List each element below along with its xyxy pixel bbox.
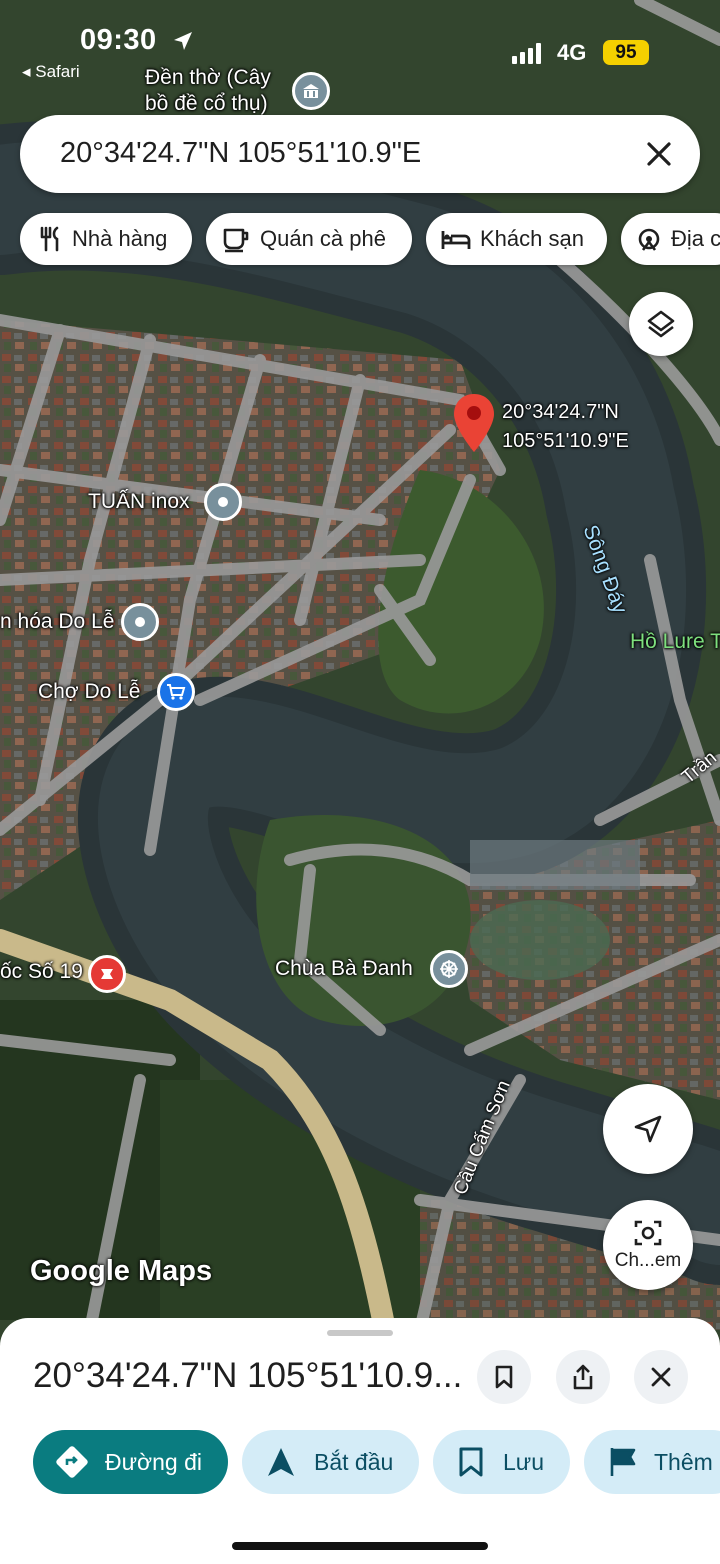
chip-label: Địa c	[671, 226, 720, 251]
attractions-icon	[638, 228, 660, 251]
place-title: 20°34'24.7"N 105°51'10.9...	[33, 1356, 463, 1395]
directions-icon	[56, 1446, 88, 1478]
camera-lens-icon	[634, 1220, 662, 1246]
start-button[interactable]: Bắt đầu	[242, 1430, 419, 1494]
home-indicator[interactable]	[232, 1542, 488, 1550]
chip-label: Khách sạn	[480, 226, 584, 251]
street-view-button[interactable]: Ch...em	[603, 1200, 693, 1290]
place-label-hoa-do-le[interactable]: n hóa Do Lễ	[0, 610, 114, 634]
layers-button[interactable]	[629, 292, 693, 356]
directions-label: Đường đi	[105, 1448, 202, 1475]
cellular-signal-icon	[512, 43, 541, 64]
chip-label: Quán cà phê	[260, 226, 386, 251]
clear-search-icon[interactable]	[642, 137, 676, 171]
save-icon-button[interactable]	[477, 1350, 531, 1404]
sheet-drag-handle[interactable]	[327, 1330, 393, 1336]
bookmark-icon	[495, 1365, 513, 1389]
pin-label-lng: 105°51'10.9"E	[502, 430, 629, 452]
battery-indicator: 95	[603, 40, 649, 65]
place-pin-icon[interactable]	[204, 483, 242, 521]
google-maps-watermark: Google Maps	[30, 1255, 213, 1287]
place-pin-icon[interactable]	[121, 603, 159, 641]
chip-hotels[interactable]: Khách sạn	[426, 213, 607, 265]
place-label-oc-so-19[interactable]: ốc Số 19	[0, 960, 83, 984]
layers-icon	[647, 310, 675, 338]
my-location-button[interactable]	[603, 1084, 693, 1174]
coffee-cup-icon	[223, 228, 249, 253]
place-label-tuan-inox[interactable]: TUẤN inox	[88, 490, 190, 514]
search-query[interactable]: 20°34'24.7"N 105°51'10.9"E	[60, 137, 421, 170]
place-label-ho-lure[interactable]: Hồ Lure T	[630, 630, 720, 654]
flag-icon	[610, 1448, 636, 1476]
network-type: 4G	[557, 40, 587, 65]
dharma-wheel-icon[interactable]	[430, 950, 468, 988]
bookmark-icon	[459, 1447, 483, 1477]
health-pin-icon[interactable]	[88, 955, 126, 993]
chip-attractions[interactable]: Địa c	[621, 213, 720, 265]
directions-button[interactable]: Đường đi	[33, 1430, 228, 1494]
place-label-chua-ba-danh[interactable]: Chùa Bà Đanh	[275, 957, 413, 981]
shopping-cart-icon[interactable]	[157, 673, 195, 711]
status-bar: 09:30 ◂ Safari 4G 95	[0, 0, 720, 100]
bed-icon	[441, 231, 471, 249]
place-label-den-tho-1[interactable]: Đền thờ (Cây	[145, 66, 271, 90]
place-label-cho-do-le[interactable]: Chợ Do Lễ	[38, 680, 141, 704]
temple-pin-icon[interactable]	[292, 72, 330, 110]
save-button[interactable]: Lưu	[433, 1430, 570, 1494]
chip-restaurants[interactable]: Nhà hàng	[20, 213, 192, 265]
navigation-arrow-icon	[268, 1448, 294, 1476]
save-label: Lưu	[503, 1448, 544, 1475]
place-label-den-tho-2[interactable]: bồ đề cổ thụ)	[145, 92, 268, 116]
start-label: Bắt đầu	[314, 1448, 394, 1475]
street-view-label: Ch...em	[614, 1250, 682, 1271]
more-label: Thêm	[654, 1448, 713, 1475]
status-time: 09:30	[80, 24, 157, 56]
location-arrow-icon	[174, 32, 192, 50]
chip-label: Nhà hàng	[72, 226, 168, 251]
share-button[interactable]	[556, 1350, 610, 1404]
navigation-arrow-icon	[634, 1115, 662, 1143]
chip-coffee[interactable]: Quán cà phê	[206, 213, 412, 265]
more-button[interactable]: Thêm	[584, 1430, 720, 1494]
pin-label-lat: 20°34'24.7"N	[502, 401, 619, 423]
dropped-pin-icon[interactable]	[452, 392, 496, 454]
search-bar[interactable]: 20°34'24.7"N 105°51'10.9"E	[20, 115, 700, 193]
share-icon	[573, 1364, 593, 1390]
close-sheet-button[interactable]	[634, 1350, 688, 1404]
back-to-safari[interactable]: ◂ Safari	[22, 62, 80, 82]
close-icon	[651, 1367, 671, 1387]
fork-knife-icon	[40, 226, 59, 252]
